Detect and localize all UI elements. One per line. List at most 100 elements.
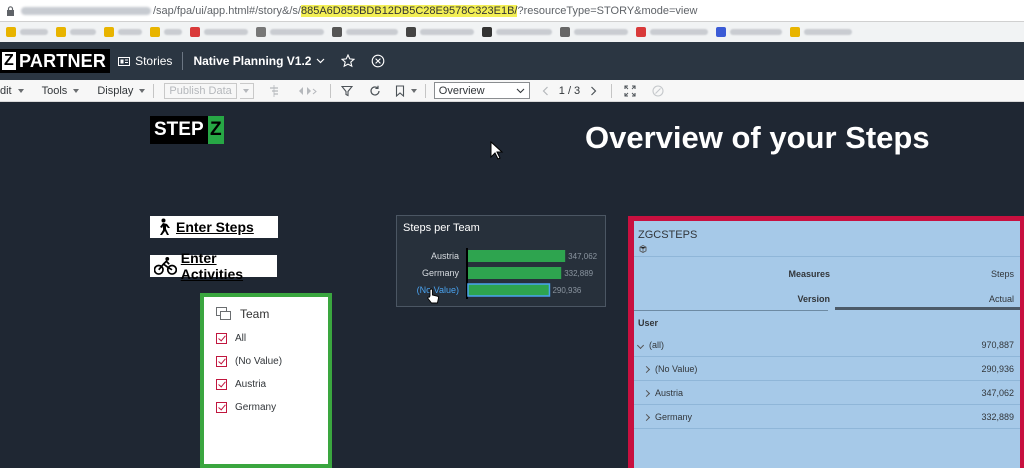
bar[interactable] [467, 283, 551, 297]
measures-value: Steps [990, 269, 1014, 279]
chevron-down-icon [243, 88, 250, 93]
bar-value-label: 290,936 [552, 286, 581, 295]
publish-data-group: Publish Data [164, 80, 254, 102]
bookmark-item[interactable] [560, 25, 628, 39]
close-circle-icon [372, 54, 385, 68]
bookmark-item[interactable] [190, 25, 248, 39]
toolbar-divider [424, 83, 426, 98]
enter-activities-label: Enter Activities [180, 250, 244, 282]
edit-menu[interactable]: dit [0, 80, 24, 102]
story-toolbar: dit Tools Display Publish Data Overview … [0, 80, 1024, 102]
edit-menu-label: dit [0, 84, 12, 97]
zgcsteps-table-widget: ZGCSTEPS Measures Steps Version Actual U… [628, 216, 1024, 468]
bookmark-item[interactable] [636, 25, 708, 39]
page-select[interactable]: Overview [433, 80, 530, 102]
row-value: 332,889 [981, 411, 1014, 422]
category-label[interactable]: Germany [422, 268, 460, 278]
category-label[interactable]: Austria [431, 251, 459, 261]
bookmark-item[interactable] [482, 25, 552, 39]
shell-divider [182, 52, 184, 70]
dimension-header: User [638, 318, 659, 328]
row-value: 970,887 [981, 339, 1014, 350]
story-title-menu[interactable]: Native Planning V1.2 [193, 54, 325, 68]
shell-bar: Z PARTNER Stories Native Planning V1.2 [0, 42, 1024, 80]
publish-data-button[interactable]: Publish Data [164, 82, 237, 99]
mouse-cursor-icon [490, 141, 504, 160]
row-label: (No Value) [655, 363, 698, 374]
bookmark-item[interactable] [6, 25, 48, 39]
disabled-action-button[interactable] [652, 80, 664, 102]
enter-steps-link[interactable]: Enter Steps [150, 216, 278, 238]
row-value: 347,062 [981, 387, 1014, 398]
chevron-right-icon [591, 86, 597, 95]
zgcsteps-table[interactable]: ZGCSTEPS Measures Steps Version Actual U… [634, 221, 1020, 468]
table-row[interactable]: Germany 332,889 [634, 405, 1020, 429]
bar[interactable] [468, 267, 562, 279]
filter-option-all[interactable]: All [216, 327, 316, 350]
display-menu[interactable]: Display [97, 80, 146, 102]
drill-icon [269, 84, 278, 97]
table-row[interactable]: Austria 347,062 [634, 381, 1020, 405]
stepz-logo-z: Z [207, 116, 224, 144]
divider [634, 256, 1020, 257]
chevron-down-icon [139, 88, 146, 93]
lock-icon [7, 5, 14, 16]
filter-option-germany[interactable]: Germany [216, 396, 316, 419]
previous-page-button[interactable] [542, 80, 549, 102]
toolbar-divider [611, 83, 613, 98]
table-row[interactable]: (all) 970,887 [634, 333, 1020, 357]
checkbox-checked-icon[interactable] [216, 379, 227, 390]
filter-button[interactable] [340, 80, 353, 102]
bookmark-item[interactable] [150, 25, 182, 39]
filter-option-label: (No Value) [235, 356, 283, 367]
chevron-right-icon[interactable] [642, 365, 651, 373]
browser-url-bar[interactable]: /sap/fpa/ui/app.html#/story&/s/ 885A6D85… [0, 0, 1024, 22]
checkbox-checked-icon[interactable] [216, 333, 227, 344]
bookmarks-bar [0, 22, 1024, 42]
version-value: Actual [988, 294, 1014, 304]
publish-data-label: Publish Data [169, 84, 232, 97]
refresh-button[interactable] [369, 80, 381, 102]
stories-menu[interactable]: Stories [118, 54, 172, 68]
navigate-button[interactable] [298, 80, 318, 102]
filter-option-label: Germany [235, 402, 277, 413]
filter-option-label: All [235, 333, 247, 344]
bookmark-button[interactable] [395, 80, 417, 102]
chevron-down-icon [516, 88, 525, 93]
row-label: (all) [649, 339, 664, 350]
publish-data-dropdown[interactable] [239, 82, 254, 99]
chevron-right-icon[interactable] [642, 413, 651, 421]
bookmark-item[interactable] [56, 25, 96, 39]
filter-option-no-value[interactable]: (No Value) [216, 350, 316, 373]
table-row[interactable]: (No Value) 290,936 [634, 357, 1020, 381]
bookmark-item[interactable] [790, 25, 852, 39]
drill-button[interactable] [268, 80, 280, 102]
bookmark-item[interactable] [104, 25, 142, 39]
favorite-button[interactable] [341, 54, 356, 68]
filter-option-label: Austria [235, 379, 267, 390]
fullscreen-button[interactable] [624, 80, 636, 102]
stories-icon [118, 56, 131, 66]
filter-panel-icon [216, 307, 231, 320]
checkbox-checked-icon[interactable] [216, 356, 227, 367]
enter-activities-link[interactable]: Enter Activities [150, 250, 277, 282]
bar[interactable] [468, 250, 566, 262]
url-path: /sap/fpa/ui/app.html#/story&/s/ [153, 4, 301, 17]
chevron-down-icon [17, 88, 24, 93]
filter-option-austria[interactable]: Austria [216, 373, 316, 396]
bookmark-item[interactable] [716, 25, 782, 39]
checkbox-checked-icon[interactable] [216, 402, 227, 413]
page-indicator: 1 / 3 [558, 84, 581, 97]
chevron-down-icon[interactable] [636, 341, 645, 349]
partner-logo[interactable]: Z PARTNER [0, 49, 111, 73]
bookmark-item[interactable] [332, 25, 398, 39]
bookmark-item[interactable] [256, 25, 324, 39]
bookmark-item[interactable] [406, 25, 474, 39]
next-page-button[interactable] [590, 80, 597, 102]
url-query: ?resourceType=STORY&mode=view [517, 4, 698, 17]
close-story-button[interactable] [371, 54, 385, 68]
chevron-down-icon [317, 58, 325, 64]
chevron-right-icon[interactable] [642, 389, 651, 397]
row-label: Germany [655, 411, 693, 422]
tools-menu[interactable]: Tools [42, 80, 80, 102]
